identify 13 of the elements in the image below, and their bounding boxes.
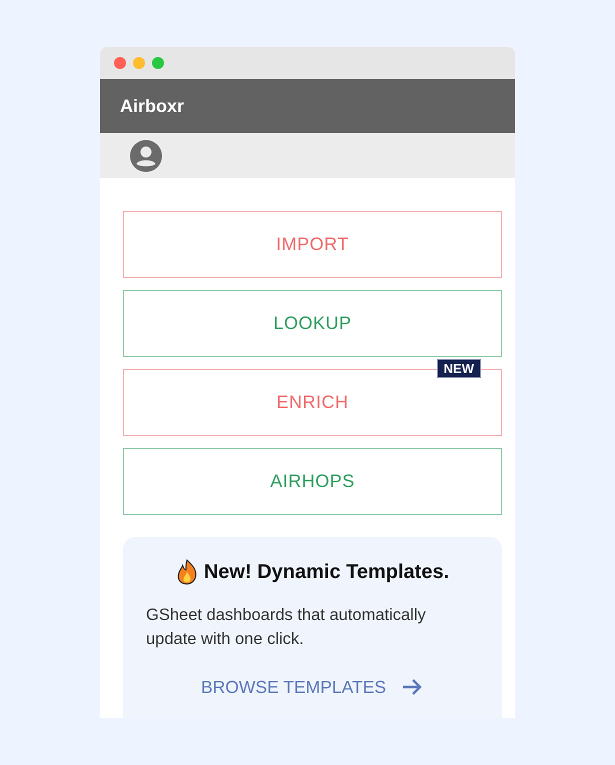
- promo-title: New! Dynamic Templates.: [204, 560, 450, 584]
- maximize-button[interactable]: [152, 57, 164, 69]
- close-button[interactable]: [114, 57, 126, 69]
- window-title: Airboxr: [120, 96, 184, 116]
- promo-text: GSheet dashboards that automatically update with one click.: [146, 605, 427, 650]
- action-button[interactable]: LOOKUP: [123, 290, 502, 357]
- action-button[interactable]: IMPORT: [123, 211, 502, 278]
- new-badge: NEW: [436, 359, 481, 378]
- action-button[interactable]: AIRHOPS: [123, 448, 502, 515]
- minimize-button[interactable]: [133, 57, 145, 69]
- fire-icon: [176, 559, 198, 585]
- browse-templates-link[interactable]: BROWSE TEMPLATES: [200, 676, 386, 698]
- account-icon[interactable]: [130, 140, 162, 172]
